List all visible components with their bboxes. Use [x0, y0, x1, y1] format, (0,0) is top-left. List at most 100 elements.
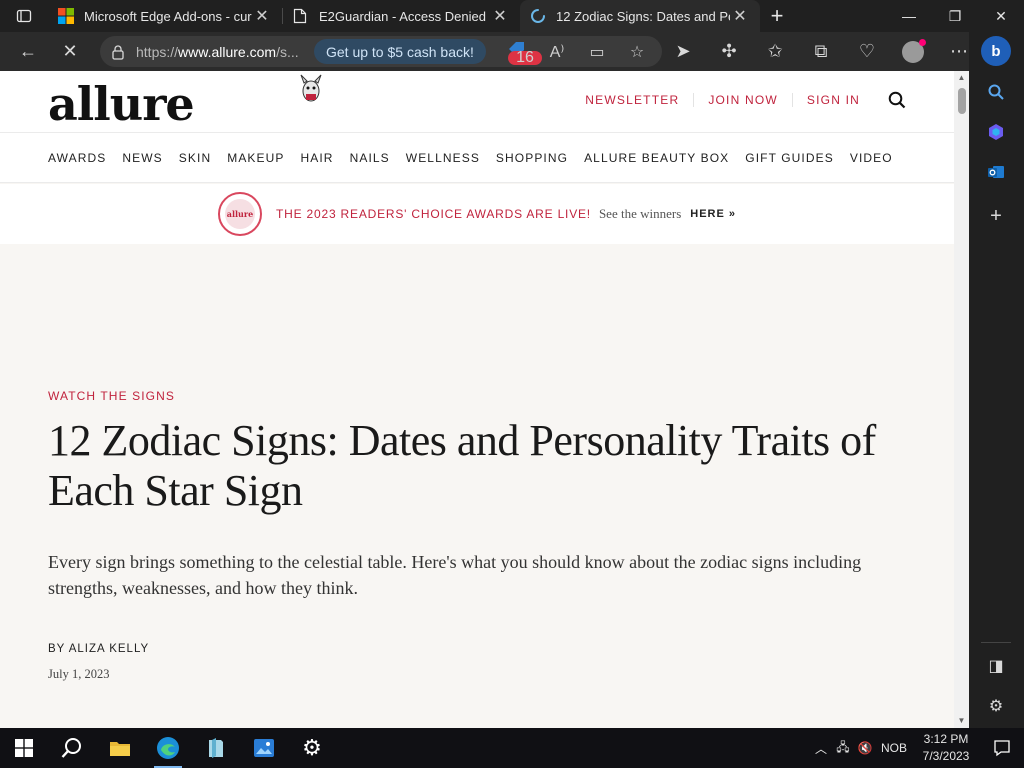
- collections-button[interactable]: ⧉: [798, 36, 844, 68]
- cursor-extension-button[interactable]: ➤: [660, 36, 706, 68]
- favorites-icon: ✩: [767, 41, 783, 61]
- hide-sidebar-button[interactable]: ◨: [982, 652, 1010, 680]
- tab-edge-addons[interactable]: Microsoft Edge Add-ons - cursor ✕: [48, 0, 282, 32]
- article-rubric[interactable]: WATCH THE SIGNS: [48, 389, 175, 403]
- main-nav: AWARDS NEWS SKIN MAKEUP HAIR NAILS WELLN…: [0, 133, 954, 183]
- close-window-button[interactable]: ✕: [978, 0, 1024, 32]
- minimize-button[interactable]: —: [886, 0, 932, 32]
- tab-title: Microsoft Edge Add-ons - cursor: [84, 8, 252, 24]
- sign-in-link[interactable]: SIGN IN: [791, 93, 874, 107]
- sidebar-settings-button[interactable]: ⚙: [982, 692, 1010, 720]
- network-icon[interactable]: 🖧: [832, 738, 854, 759]
- coupon-icon[interactable]: 16: [500, 40, 542, 66]
- read-aloud-icon[interactable]: A⁾: [540, 42, 574, 62]
- settings-taskbar-button[interactable]: ⚙: [288, 728, 336, 768]
- sidebar-add-button[interactable]: +: [982, 202, 1010, 230]
- sidebar-search-button[interactable]: [982, 78, 1010, 106]
- allure-logo[interactable]: allure: [48, 77, 195, 131]
- nav-item-hair[interactable]: HAIR: [301, 151, 334, 165]
- minimize-icon: —: [902, 8, 916, 24]
- profile-button[interactable]: [890, 36, 936, 68]
- restore-icon: ❐: [948, 7, 962, 24]
- join-now-link[interactable]: JOIN NOW: [693, 93, 792, 107]
- tab-actions-icon: [16, 9, 32, 23]
- cursor-icon: ➤: [675, 41, 691, 61]
- scroll-up-icon[interactable]: ▲: [957, 73, 966, 83]
- plus-icon: +: [770, 3, 784, 28]
- volume-muted-icon[interactable]: 🔇: [854, 741, 876, 755]
- promo-here-link[interactable]: HERE »: [690, 208, 736, 220]
- nav-item-makeup[interactable]: MAKEUP: [227, 151, 284, 165]
- tab-zodiac-active[interactable]: 12 Zodiac Signs: Dates and Perso ✕: [520, 0, 760, 32]
- tab-close-icon[interactable]: ✕: [252, 6, 272, 26]
- edge-taskbar-button[interactable]: [144, 728, 192, 768]
- nav-item-gift-guides[interactable]: GIFT GUIDES: [745, 151, 834, 165]
- sidebar-divider: [981, 642, 1011, 643]
- loading-icon: [531, 9, 545, 23]
- page-scrollbar[interactable]: ▲ ▼: [954, 71, 969, 728]
- sidebar-office-button[interactable]: [982, 118, 1010, 146]
- input-language[interactable]: NOB: [876, 741, 912, 755]
- coupon-count-badge: 16: [508, 49, 542, 66]
- notification-center-button[interactable]: [980, 739, 1024, 757]
- scrollbar-thumb[interactable]: [958, 88, 966, 114]
- chevron-up-icon[interactable]: ︿: [810, 740, 832, 757]
- nav-item-news[interactable]: NEWS: [122, 151, 162, 165]
- search-icon: [61, 738, 81, 758]
- nav-item-nails[interactable]: NAILS: [350, 151, 390, 165]
- nav-item-wellness[interactable]: WELLNESS: [406, 151, 480, 165]
- toolbar-right: ➤ ✣ ✩ ⧉ ♡ ⋯: [660, 35, 982, 68]
- favorite-star-icon[interactable]: ☆: [620, 42, 654, 62]
- nav-item-beauty-box[interactable]: ALLURE BEAUTY BOX: [584, 151, 729, 165]
- taskbar-clock[interactable]: 3:12 PM 7/3/2023: [912, 731, 980, 765]
- search-icon[interactable]: [888, 91, 906, 109]
- microsoft-logo-icon: [58, 8, 74, 24]
- notepad-taskbar-button[interactable]: [192, 728, 240, 768]
- arrow-left-icon: ←: [19, 41, 37, 61]
- immersive-reader-icon[interactable]: ▭: [580, 42, 614, 62]
- article-byline[interactable]: BY ALIZA KELLY: [48, 643, 149, 655]
- browser-essentials-button[interactable]: ♡: [844, 36, 890, 68]
- edge-sidebar: b + ◨ ⚙: [969, 32, 1024, 728]
- nav-item-skin[interactable]: SKIN: [179, 151, 211, 165]
- clock-time: 3:12 PM: [923, 732, 969, 746]
- back-button[interactable]: ←: [9, 36, 47, 68]
- address-bar[interactable]: https://www.allure.com/s... Get up to $5…: [100, 36, 662, 67]
- window-controls: — ❐ ✕: [886, 0, 1024, 32]
- tab-e2guardian[interactable]: E2Guardian - Access Denied ✕: [283, 0, 520, 32]
- tab-close-icon[interactable]: ✕: [490, 6, 510, 26]
- extensions-button[interactable]: ✣: [706, 36, 752, 68]
- bing-chat-button[interactable]: b: [981, 36, 1011, 66]
- site-header: allure NEWSLETTER JOIN NOW SIGN IN: [0, 71, 954, 133]
- scroll-down-icon[interactable]: ▼: [957, 716, 966, 726]
- file-explorer-button[interactable]: [96, 728, 144, 768]
- photos-taskbar-button[interactable]: [240, 728, 288, 768]
- tab-actions-button[interactable]: [0, 0, 48, 32]
- awards-promo-banner[interactable]: allure THE 2023 READERS' CHOICE AWARDS A…: [0, 184, 954, 244]
- gear-icon: ⚙: [302, 735, 322, 760]
- nav-item-awards[interactable]: AWARDS: [48, 151, 106, 165]
- tab-close-icon[interactable]: ✕: [730, 6, 750, 26]
- favorites-button[interactable]: ✩: [752, 36, 798, 68]
- newsletter-link[interactable]: NEWSLETTER: [571, 93, 693, 107]
- sidebar-outlook-button[interactable]: [982, 158, 1010, 186]
- gear-icon: ⚙: [988, 698, 1004, 715]
- bing-icon: b: [991, 42, 1001, 60]
- nav-item-shopping[interactable]: SHOPPING: [496, 151, 568, 165]
- new-tab-button[interactable]: +: [760, 0, 794, 32]
- heart-pulse-icon: ♡: [858, 41, 876, 61]
- lock-icon[interactable]: [100, 44, 136, 60]
- readers-choice-seal: allure: [217, 192, 262, 236]
- cashback-pill[interactable]: Get up to $5 cash back!: [314, 39, 486, 64]
- close-icon: ✕: [62, 41, 78, 61]
- start-button[interactable]: [0, 728, 48, 768]
- nav-item-video[interactable]: VIDEO: [850, 151, 893, 165]
- taskbar-search-button[interactable]: [48, 728, 96, 768]
- puzzle-icon: ✣: [721, 41, 737, 61]
- outlook-icon: [988, 166, 1004, 178]
- avatar: [902, 38, 926, 63]
- clock-date: 7/3/2023: [922, 749, 970, 763]
- edge-icon: [157, 737, 179, 759]
- stop-loading-button[interactable]: ✕: [51, 36, 89, 68]
- restore-button[interactable]: ❐: [932, 0, 978, 32]
